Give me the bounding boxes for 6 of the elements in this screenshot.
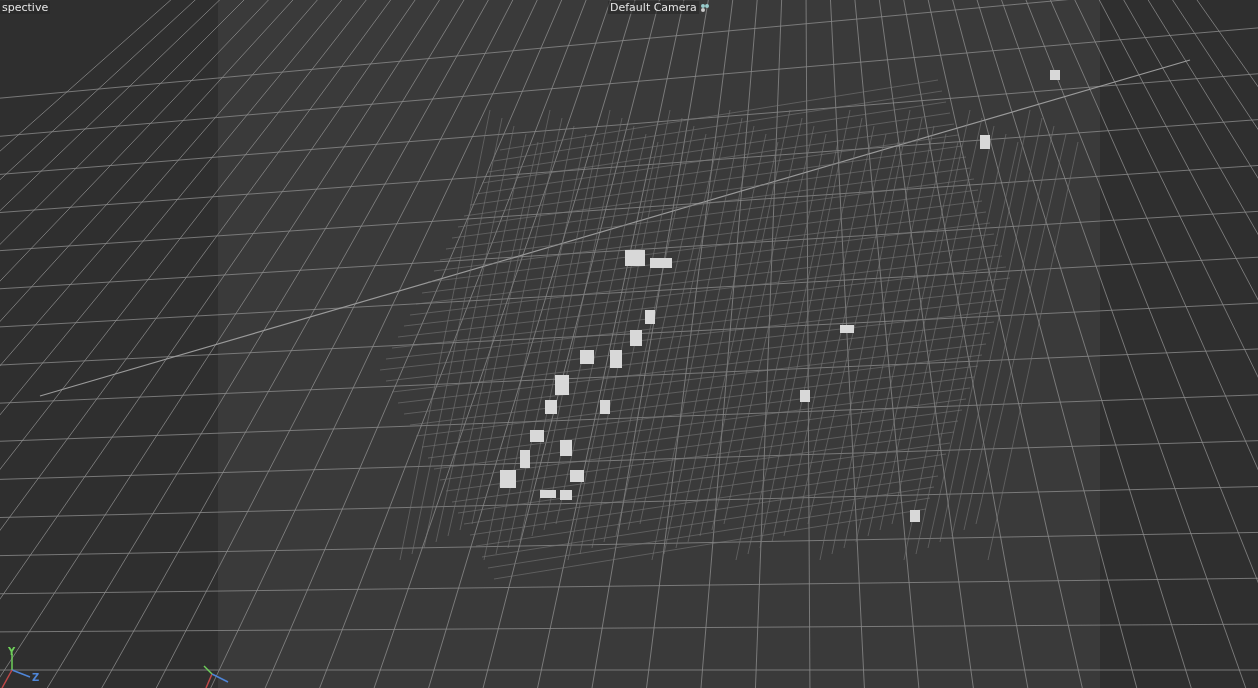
view-label: spective [0, 1, 51, 14]
camera-label[interactable]: Default Camera [608, 1, 699, 14]
axis-label: Y [8, 646, 16, 657]
axis-label: Z [32, 672, 40, 683]
axis-gizmo-icon [200, 664, 230, 688]
camera-dots-icon[interactable] [699, 2, 710, 13]
